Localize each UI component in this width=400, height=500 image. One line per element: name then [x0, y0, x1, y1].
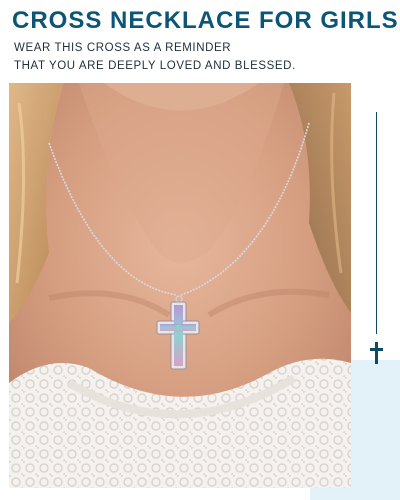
page-title: CROSS NECKLACE FOR GIRLS [12, 7, 399, 34]
subtitle-line-2: THAT YOU ARE DEEPLY LOVED AND BLESSED. [14, 60, 296, 72]
subtitle-line-1: WEAR THIS CROSS AS A REMINDER [14, 42, 232, 54]
decorative-line [376, 112, 377, 334]
cross-icon [370, 342, 383, 364]
product-photo [9, 83, 351, 488]
